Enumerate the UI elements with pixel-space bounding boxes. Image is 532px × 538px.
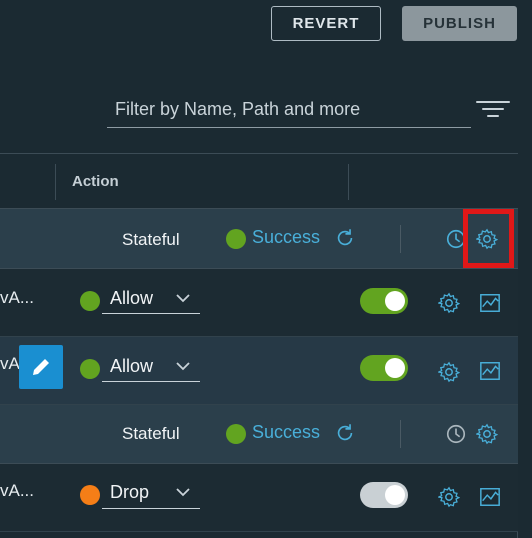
action-value: Allow [110,356,154,376]
status-text: Success [252,422,321,442]
publish-button[interactable]: PUBLISH [402,6,517,41]
gear-icon[interactable] [438,292,460,314]
section-row: Stateful Success [0,405,518,464]
divider [400,225,401,253]
grid-header: Action [0,154,518,209]
gear-icon[interactable] [438,361,460,383]
rule-name: vA... [0,288,35,307]
chevron-down-icon [176,362,190,371]
toggle-knob [385,358,405,378]
action-dropdown[interactable]: Allow [102,348,200,382]
action-indicator [80,359,100,379]
rule-row[interactable]: vA Allow [0,337,518,405]
pencil-icon [33,359,49,375]
divider [400,420,401,448]
action-indicator [80,485,100,505]
rule-name: vA... [0,481,35,500]
chart-icon[interactable] [479,292,501,314]
rules-grid: Action Stateful Success vA... Allow vA A… [0,153,518,538]
action-value: Drop [110,482,150,502]
section-type: Stateful [122,230,180,249]
toggle-knob [385,291,405,311]
filter-icon[interactable] [476,98,512,120]
edit-button[interactable] [19,345,63,389]
rule-name: vA [0,354,20,373]
column-separator[interactable] [348,164,349,200]
toggle-knob [385,485,405,505]
chevron-down-icon [176,294,190,303]
section-type: Stateful [122,424,180,443]
revert-button[interactable]: REVERT [271,6,381,41]
chevron-down-icon [176,488,190,497]
section-row: Stateful Success [0,209,518,269]
refresh-icon[interactable] [334,422,356,444]
enable-toggle[interactable] [360,288,408,314]
column-header-action[interactable]: Action [72,173,119,190]
rule-row[interactable]: vA... Drop [0,464,518,532]
status-text: Success [252,227,321,247]
action-value: Allow [110,288,154,308]
status-indicator [226,424,246,444]
toolbar: REVERT PUBLISH [0,0,532,56]
highlight-box [463,209,514,268]
action-indicator [80,291,100,311]
chart-icon[interactable] [479,486,501,508]
gear-icon[interactable] [476,423,498,445]
filter-input[interactable] [107,92,471,128]
rule-row[interactable]: vA... Allow [0,269,518,337]
enable-toggle[interactable] [360,355,408,381]
action-dropdown[interactable]: Allow [102,280,200,314]
action-dropdown[interactable]: Drop [102,475,200,509]
enable-toggle[interactable] [360,482,408,508]
clock-icon[interactable] [445,423,467,445]
gear-icon[interactable] [438,486,460,508]
column-separator[interactable] [55,164,56,200]
status-indicator [226,229,246,249]
chart-icon[interactable] [479,360,501,382]
refresh-icon[interactable] [334,227,356,249]
